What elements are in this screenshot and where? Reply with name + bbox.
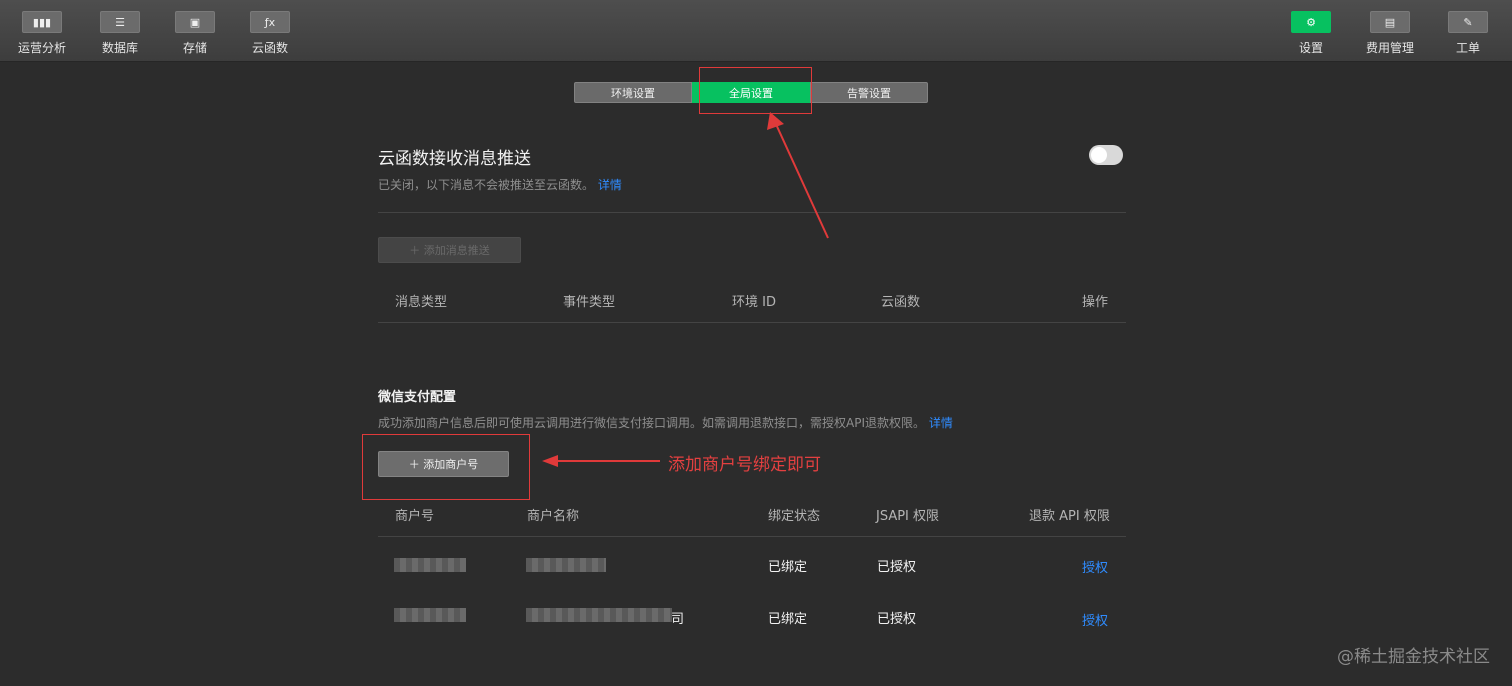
arrow-head-tab (767, 112, 784, 130)
annotation-arrows (542, 112, 829, 467)
arrow-head-merchant (542, 455, 558, 467)
watermark: @稀土掘金技术社区 (1337, 647, 1490, 667)
arrow-line-tab (774, 121, 829, 239)
